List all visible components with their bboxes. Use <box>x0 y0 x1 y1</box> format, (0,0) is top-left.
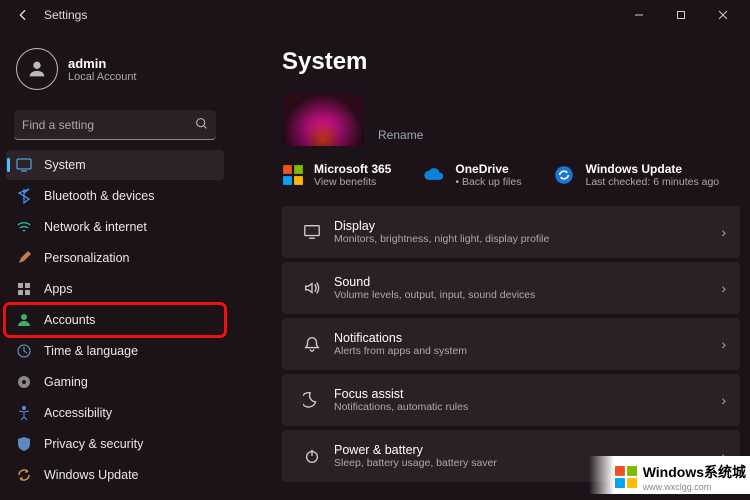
sidebar-item-apps[interactable]: Apps <box>6 274 224 304</box>
user-account-type: Local Account <box>68 71 137 83</box>
cloud-icon <box>423 164 445 186</box>
sidebar-item-label: Apps <box>44 282 73 296</box>
accessibility-icon <box>16 405 32 421</box>
wifi-icon <box>16 219 32 235</box>
page-title: System <box>282 48 740 76</box>
sidebar-item-label: Network & internet <box>44 220 147 234</box>
watermark-text: Windows系统城 <box>643 462 746 482</box>
bluetooth-icon <box>16 188 32 204</box>
clock-icon <box>16 343 32 359</box>
close-button[interactable] <box>702 1 744 29</box>
sidebar-item-label: System <box>44 158 86 172</box>
sidebar-item-label: Personalization <box>44 251 129 265</box>
main-panel: System Rename Microsoft 365 View benefit… <box>230 30 750 500</box>
apps-icon <box>16 281 32 297</box>
card-sub: Volume levels, output, input, sound devi… <box>334 289 721 301</box>
chevron-right-icon: › <box>721 336 726 352</box>
sidebar-item-bluetooth[interactable]: Bluetooth & devices <box>6 181 224 211</box>
chevron-right-icon: › <box>721 392 726 408</box>
sidebar-item-label: Accounts <box>44 313 95 327</box>
sidebar-nav: System Bluetooth & devices Network & int… <box>6 150 224 490</box>
search-input[interactable] <box>22 118 195 132</box>
sidebar-item-label: Time & language <box>44 344 138 358</box>
card-sound[interactable]: Sound Volume levels, output, input, soun… <box>282 262 740 314</box>
gaming-icon <box>16 374 32 390</box>
back-button[interactable] <box>10 2 36 28</box>
chevron-right-icon: › <box>721 224 726 240</box>
windows-logo-icon <box>615 466 637 488</box>
card-sub: Notifications, automatic rules <box>334 401 721 413</box>
sidebar-item-label: Privacy & security <box>44 437 143 451</box>
user-block[interactable]: admin Local Account <box>6 40 224 106</box>
card-title: Focus assist <box>334 387 721 401</box>
card-title: Notifications <box>334 331 721 345</box>
sidebar-item-personalization[interactable]: Personalization <box>6 243 224 273</box>
promo-title: OneDrive <box>455 162 521 176</box>
sidebar-item-network[interactable]: Network & internet <box>6 212 224 242</box>
promo-title: Microsoft 365 <box>314 162 391 176</box>
promo-update[interactable]: Windows Update Last checked: 6 minutes a… <box>553 162 719 188</box>
person-icon <box>16 312 32 328</box>
sidebar-item-system[interactable]: System <box>6 150 224 180</box>
promo-m365[interactable]: Microsoft 365 View benefits <box>282 162 391 188</box>
titlebar: Settings <box>0 0 750 30</box>
card-title: Sound <box>334 275 721 289</box>
sidebar-item-accessibility[interactable]: Accessibility <box>6 398 224 428</box>
maximize-button[interactable] <box>660 1 702 29</box>
sidebar: admin Local Account System Bluetooth & d… <box>0 30 230 500</box>
m365-icon <box>282 164 304 186</box>
sidebar-item-accounts[interactable]: Accounts <box>6 305 224 335</box>
user-name: admin <box>68 56 137 71</box>
shield-icon <box>16 436 32 452</box>
sidebar-item-time[interactable]: Time & language <box>6 336 224 366</box>
sound-icon <box>294 279 330 297</box>
sidebar-item-label: Gaming <box>44 375 88 389</box>
card-sub: Monitors, brightness, night light, displ… <box>334 233 721 245</box>
update-icon <box>553 164 575 186</box>
promo-sub: Last checked: 6 minutes ago <box>585 176 719 188</box>
promo-title: Windows Update <box>585 162 719 176</box>
desktop-thumbnail[interactable] <box>282 94 364 146</box>
update-icon <box>16 467 32 483</box>
promo-onedrive[interactable]: OneDrive • Back up files <box>423 162 521 188</box>
brush-icon <box>16 250 32 266</box>
chevron-right-icon: › <box>721 280 726 296</box>
window-title: Settings <box>44 8 87 22</box>
promo-sub: View benefits <box>314 176 391 188</box>
avatar <box>16 48 58 90</box>
search-icon <box>195 117 208 133</box>
rename-link[interactable]: Rename <box>378 128 423 142</box>
card-title: Display <box>334 219 721 233</box>
sidebar-item-label: Windows Update <box>44 468 139 482</box>
power-icon <box>294 447 330 465</box>
card-focus[interactable]: Focus assist Notifications, automatic ru… <box>282 374 740 426</box>
sidebar-item-label: Accessibility <box>44 406 112 420</box>
promo-sub: • Back up files <box>455 176 521 188</box>
card-sub: Alerts from apps and system <box>334 345 721 357</box>
sidebar-item-gaming[interactable]: Gaming <box>6 367 224 397</box>
moon-icon <box>294 391 330 409</box>
bell-icon <box>294 335 330 353</box>
system-icon <box>16 157 32 173</box>
sidebar-item-label: Bluetooth & devices <box>44 189 155 203</box>
sidebar-item-update[interactable]: Windows Update <box>6 460 224 490</box>
card-display[interactable]: Display Monitors, brightness, night ligh… <box>282 206 740 258</box>
sidebar-item-privacy[interactable]: Privacy & security <box>6 429 224 459</box>
watermark: Windows系统城 www.wxclgg.com <box>589 456 750 494</box>
card-notifications[interactable]: Notifications Alerts from apps and syste… <box>282 318 740 370</box>
watermark-url: www.wxclgg.com <box>643 482 746 492</box>
display-icon <box>294 223 330 241</box>
minimize-button[interactable] <box>618 1 660 29</box>
search-box[interactable] <box>14 110 216 140</box>
